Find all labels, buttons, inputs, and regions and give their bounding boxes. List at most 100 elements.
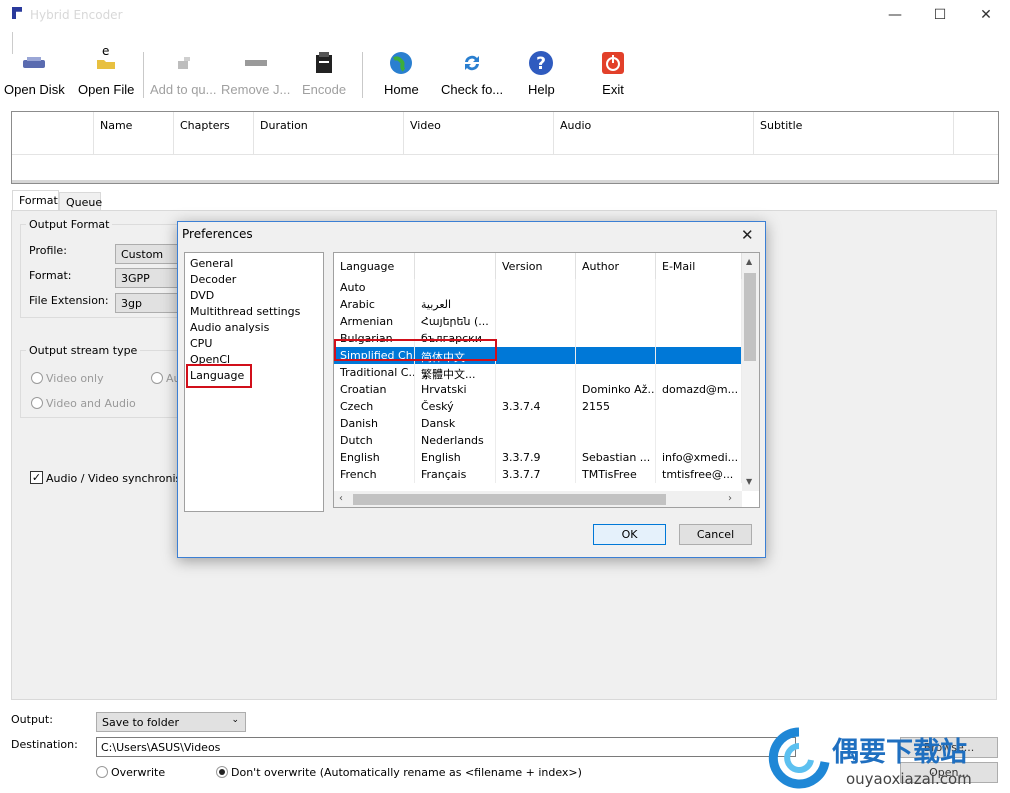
vertical-scrollbar[interactable]: ▲ ▼ [742, 253, 759, 491]
list-item[interactable]: French Français 3.3.7.7 TMTisFree tmtisfree@… [334, 466, 742, 483]
encode-button[interactable]: Encode [302, 50, 346, 100]
close-icon[interactable]: ✕ [741, 226, 754, 244]
file-extension-select[interactable]: 3gp [115, 293, 180, 313]
cancel-button[interactable]: Cancel [679, 524, 752, 545]
category-multithread[interactable]: Multithread settings [190, 305, 300, 318]
column-header-email[interactable]: E-Mail [656, 253, 742, 279]
profile-select[interactable]: Custom [115, 244, 180, 264]
close-window-button[interactable]: ✕ [963, 0, 1009, 30]
column-header-video[interactable]: Video [404, 112, 554, 154]
open-disk-button[interactable]: Open Disk [4, 50, 65, 100]
overwrite-label: Overwrite [111, 766, 166, 779]
scroll-down-icon[interactable]: ▼ [746, 477, 752, 486]
vertical-scroll-thumb[interactable] [744, 273, 756, 361]
language-cell-author [576, 364, 656, 381]
toolbar-separator [143, 52, 144, 98]
column-header-select[interactable] [12, 112, 94, 154]
list-item[interactable]: Armenian Հայերեն (... [334, 313, 742, 330]
list-item[interactable]: Czech Český 3.3.7.4 2155 [334, 398, 742, 415]
add-to-queue-button[interactable]: Add to qu... [150, 50, 217, 100]
overwrite-radio[interactable] [96, 766, 108, 778]
source-table[interactable]: Name Chapters Duration Video Audio Subti… [11, 111, 999, 184]
category-cpu[interactable]: CPU [190, 337, 212, 350]
minimize-button[interactable]: — [872, 0, 918, 30]
audio-only-radio[interactable] [151, 372, 163, 384]
category-dvd[interactable]: DVD [190, 289, 214, 302]
column-header-chapters[interactable]: Chapters [174, 112, 254, 154]
language-cell-version [496, 296, 576, 313]
column-header-audio[interactable]: Audio [554, 112, 754, 154]
column-header-name[interactable]: Name [94, 112, 174, 154]
language-cell-version [496, 279, 576, 296]
category-general[interactable]: General [190, 257, 233, 270]
column-header-version[interactable]: Version [496, 253, 576, 279]
tab-format[interactable]: Format [12, 190, 59, 212]
help-button[interactable]: ? Help [528, 50, 555, 100]
language-cell-version [496, 330, 576, 347]
tab-queue[interactable]: Queue [59, 192, 102, 212]
list-item[interactable]: Auto [334, 279, 742, 296]
language-cell-lang: Czech [334, 398, 415, 415]
toolbar-separator [362, 52, 363, 98]
table-scrollbar[interactable] [12, 180, 998, 183]
output-select[interactable]: Save to folder ⌄ [96, 712, 246, 732]
language-cell-email [656, 398, 742, 415]
globe-icon [388, 50, 414, 76]
scroll-right-icon[interactable]: › [728, 493, 732, 504]
list-item[interactable]: Traditional C... 繁體中文... [334, 364, 742, 381]
list-item[interactable]: English English 3.3.7.9 Sebastian ... info@x… [334, 449, 742, 466]
destination-input[interactable]: C:\Users\ASUS\Videos [96, 737, 796, 757]
language-table[interactable]: Language Version Author E-Mail Auto Arabi… [333, 252, 760, 508]
remove-job-icon [243, 50, 269, 76]
check-updates-button[interactable]: Check fo... [441, 50, 503, 100]
home-button[interactable]: Home [384, 50, 419, 100]
language-cell-lang: Auto [334, 279, 415, 296]
folder-icon [93, 50, 119, 76]
category-audio-analysis[interactable]: Audio analysis [190, 321, 269, 334]
language-cell-native: Nederlands [415, 432, 496, 449]
video-only-radio[interactable] [31, 372, 43, 384]
app-icon [12, 7, 22, 19]
video-and-audio-radio[interactable] [31, 397, 43, 409]
scroll-up-icon[interactable]: ▲ [746, 257, 752, 266]
language-cell-email: info@xmedi... [656, 449, 742, 466]
language-cell-version [496, 381, 576, 398]
encode-label: Encode [302, 82, 347, 97]
column-header-language[interactable]: Language [334, 253, 415, 279]
horizontal-scrollbar[interactable]: ‹ › [334, 491, 742, 507]
list-item[interactable]: Croatian Hrvatski Dominko Až... domazd@m... [334, 381, 742, 398]
horizontal-scroll-thumb[interactable] [353, 494, 666, 505]
language-cell-email [656, 347, 742, 364]
column-header-author[interactable]: Author [576, 253, 656, 279]
language-cell-native: Hrvatski [415, 381, 496, 398]
scroll-left-icon[interactable]: ‹ [339, 493, 343, 504]
output-label: Output: [11, 713, 53, 726]
watermark-url: ouyaoxiazai.com [846, 770, 972, 788]
disk-icon [21, 50, 47, 76]
column-header-native[interactable] [415, 253, 496, 279]
ok-button[interactable]: OK [593, 524, 666, 545]
list-item[interactable]: Arabic العربية [334, 296, 742, 313]
column-header-subtitle[interactable]: Subtitle [754, 112, 954, 154]
open-disk-label: Open Disk [4, 82, 65, 97]
category-decoder[interactable]: Decoder [190, 273, 236, 286]
open-file-button[interactable]: Open File [78, 50, 134, 100]
list-item[interactable]: Dutch Nederlands [334, 432, 742, 449]
format-select[interactable]: 3GPP [115, 268, 180, 288]
language-cell-email [656, 313, 742, 330]
av-sync-checkbox[interactable]: ✓ [30, 471, 43, 484]
column-header-duration[interactable]: Duration [254, 112, 404, 154]
help-label: Help [528, 82, 555, 97]
file-extension-label: File Extension: [29, 294, 109, 307]
list-item[interactable]: Danish Dansk [334, 415, 742, 432]
window-title: Hybrid Encoder [30, 8, 123, 22]
dont-overwrite-radio[interactable] [216, 766, 228, 778]
language-cell-author: 2155 [576, 398, 656, 415]
language-cell-version: 3.3.7.7 [496, 466, 576, 483]
exit-button[interactable]: Exit [600, 50, 626, 100]
language-cell-version: 3.3.7.9 [496, 449, 576, 466]
remove-job-button[interactable]: Remove J... [221, 50, 290, 100]
language-cell-version [496, 313, 576, 330]
maximize-button[interactable]: ☐ [917, 0, 963, 30]
watermark-brand: 偶要下载站 [832, 737, 967, 766]
